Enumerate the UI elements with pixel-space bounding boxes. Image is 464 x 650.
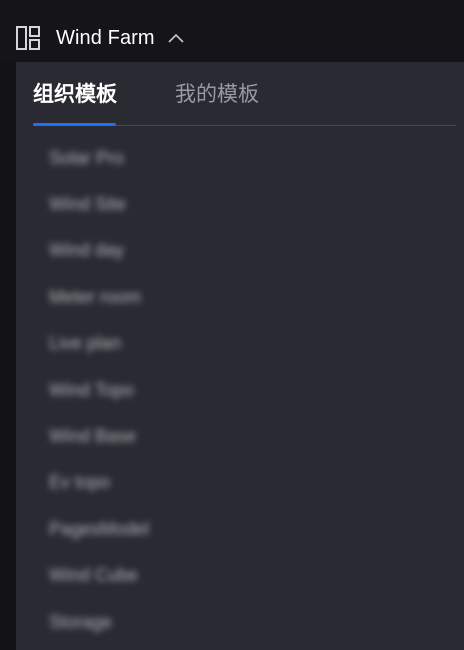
list-item[interactable]: Solar Pro — [16, 135, 464, 181]
app-root: Wind Farm 组织模板 我的模板 Solar Pro Wind Site … — [0, 0, 464, 650]
chevron-up-icon — [167, 31, 185, 45]
layout-grid-icon — [14, 24, 42, 52]
template-tabs: 组织模板 我的模板 — [16, 62, 456, 126]
list-item[interactable]: PagesModel — [16, 506, 464, 552]
list-item[interactable]: Wind day — [16, 228, 464, 274]
top-header: Wind Farm — [0, 0, 464, 62]
list-item[interactable]: Wind Cube — [16, 553, 464, 599]
template-dropdown-panel: 组织模板 我的模板 Solar Pro Wind Site Wind day M… — [16, 62, 464, 650]
workspace-switcher[interactable]: Wind Farm — [14, 22, 185, 54]
template-list: Solar Pro Wind Site Wind day Meter room … — [16, 135, 464, 645]
list-item[interactable]: Wind Topo — [16, 367, 464, 413]
active-tab-indicator — [33, 123, 116, 126]
tab-org-templates[interactable]: 组织模板 — [33, 78, 117, 108]
list-item[interactable]: Meter room — [16, 274, 464, 320]
list-item[interactable]: Live plan — [16, 321, 464, 367]
tab-my-templates[interactable]: 我的模板 — [175, 78, 259, 108]
workspace-title: Wind Farm — [56, 26, 155, 49]
left-edge — [0, 62, 16, 650]
list-item[interactable]: Wind Site — [16, 181, 464, 227]
list-item[interactable]: Wind Base — [16, 413, 464, 459]
list-item[interactable]: Ev topo — [16, 460, 464, 506]
list-item[interactable]: Storage — [16, 599, 464, 645]
